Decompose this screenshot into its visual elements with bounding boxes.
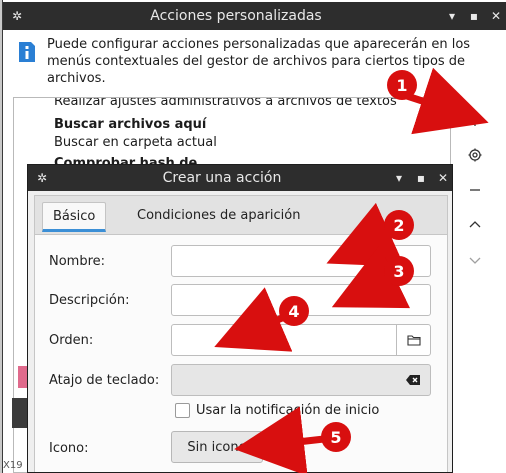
notify-checkbox[interactable] bbox=[175, 403, 190, 418]
minimize-icon[interactable]: ▾ bbox=[388, 171, 410, 185]
close-icon[interactable]: ✕ bbox=[485, 9, 506, 23]
side-toolbar bbox=[459, 104, 499, 279]
add-icon bbox=[469, 114, 481, 126]
order-field[interactable] bbox=[171, 324, 431, 356]
notify-row[interactable]: Usar la notificación de inicio bbox=[175, 403, 379, 418]
dialog-titlebar[interactable]: ✲ Crear una acción ▾ ▪ ✕ bbox=[28, 165, 452, 191]
tab-conditions[interactable]: Condiciones de aparición bbox=[127, 202, 310, 232]
tab-basic[interactable]: Básico bbox=[42, 202, 107, 232]
annotation-badge: 1 bbox=[387, 70, 417, 100]
shortcut-label: Atajo de teclado: bbox=[49, 373, 160, 388]
settings-icon bbox=[468, 148, 482, 162]
move-down-button[interactable] bbox=[459, 244, 491, 276]
info-icon bbox=[17, 40, 37, 64]
remove-button[interactable] bbox=[459, 174, 491, 206]
thumbnail-fragment bbox=[12, 398, 28, 428]
maximize-icon[interactable]: ▪ bbox=[463, 9, 485, 23]
partial-text: X19 bbox=[3, 460, 23, 471]
move-up-icon bbox=[469, 221, 481, 228]
clear-shortcut-button[interactable] bbox=[396, 365, 430, 395]
annotation-badge: 5 bbox=[321, 422, 351, 452]
annotation-badge: 2 bbox=[384, 210, 414, 240]
shortcut-field[interactable] bbox=[171, 364, 431, 396]
window-menu-icon[interactable]: ✲ bbox=[3, 9, 31, 23]
annotation-badge: 4 bbox=[279, 296, 309, 326]
remove-icon bbox=[470, 189, 480, 191]
choose-icon-button[interactable]: Sin icono bbox=[171, 431, 263, 463]
order-label: Orden: bbox=[49, 333, 94, 348]
window-titlebar[interactable]: ✲ Acciones personalizadas ▾ ▪ ✕ bbox=[3, 2, 506, 30]
minimize-icon[interactable]: ▾ bbox=[441, 9, 463, 23]
backspace-icon bbox=[406, 375, 420, 385]
dialog-menu-icon[interactable]: ✲ bbox=[28, 171, 56, 185]
move-up-button[interactable] bbox=[459, 209, 491, 241]
notify-label: Usar la notificación de inicio bbox=[196, 403, 380, 418]
folder-icon bbox=[406, 335, 421, 346]
icon-label: Icono: bbox=[49, 441, 89, 456]
edit-button[interactable] bbox=[459, 139, 491, 171]
name-label: Nombre: bbox=[49, 254, 106, 269]
list-item[interactable]: Buscar archivos aquí bbox=[54, 117, 206, 132]
create-action-dialog: ✲ Crear una acción ▾ ▪ ✕ Básico Condicio… bbox=[27, 164, 453, 473]
move-down-icon bbox=[469, 257, 481, 264]
add-button[interactable] bbox=[459, 104, 491, 136]
dialog-title: Crear una acción bbox=[162, 170, 282, 186]
description-label: Descripción: bbox=[49, 293, 130, 308]
maximize-icon[interactable]: ▪ bbox=[410, 171, 432, 185]
browse-button[interactable] bbox=[396, 325, 430, 355]
annotation-badge: 3 bbox=[384, 256, 414, 286]
list-item[interactable]: Buscar en carpeta actual bbox=[54, 135, 217, 150]
close-icon[interactable]: ✕ bbox=[432, 171, 452, 185]
list-item[interactable]: Realizar ajustes administrativos a archi… bbox=[54, 98, 397, 109]
window-title: Acciones personalizadas bbox=[150, 8, 322, 24]
